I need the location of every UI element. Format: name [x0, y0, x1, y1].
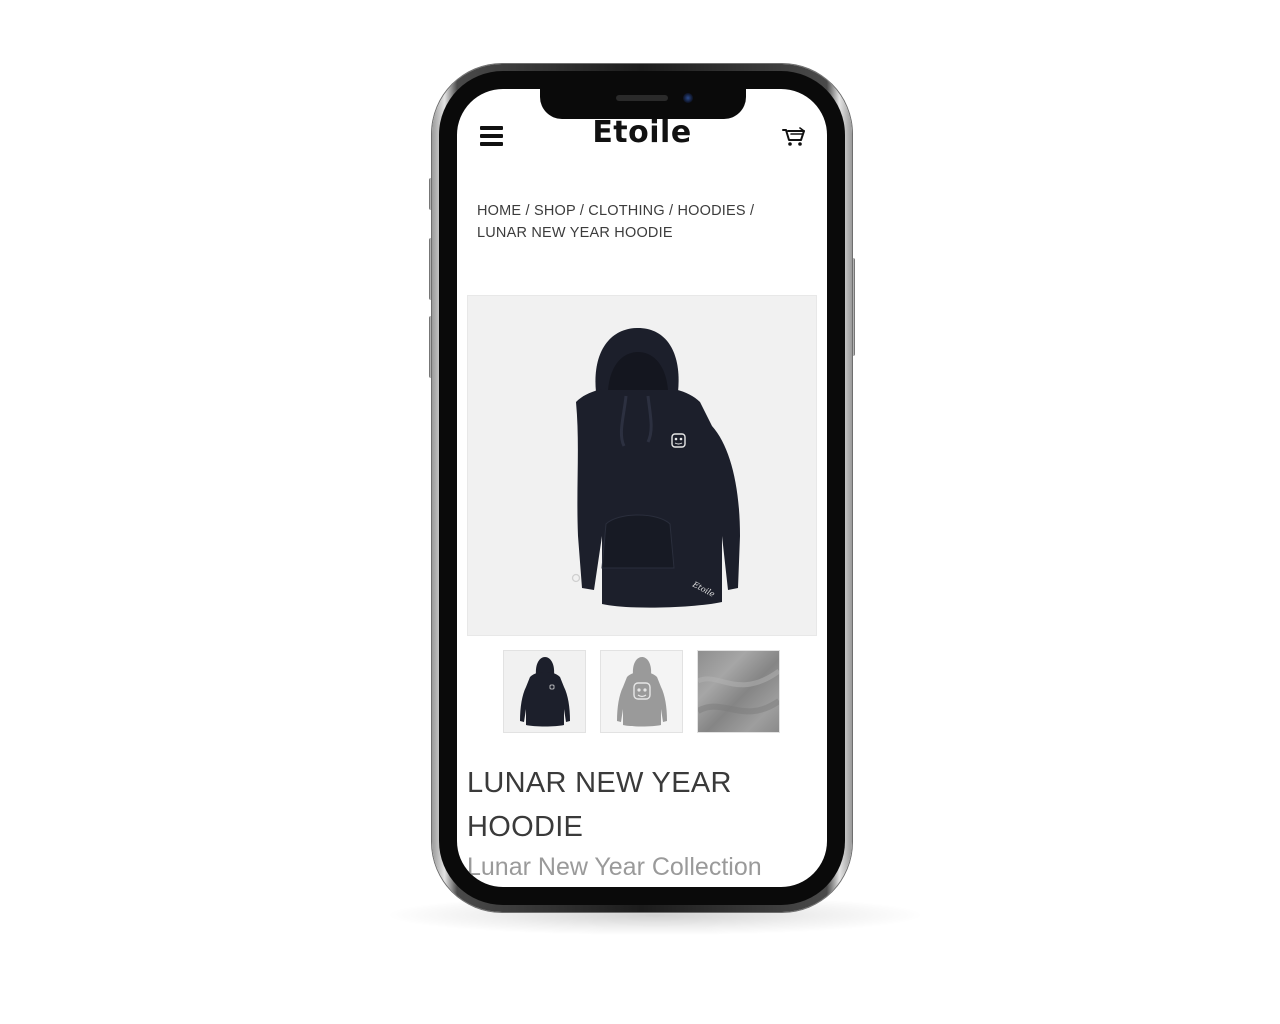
- mockup-stage: Etoile HOME / SHOP / CLOTHING / HOODIES …: [0, 0, 1280, 1024]
- phone-screen: Etoile HOME / SHOP / CLOTHING / HOODIES …: [457, 89, 827, 887]
- fabric-texture-icon: [698, 668, 779, 715]
- thumbnail-back[interactable]: [600, 650, 683, 733]
- earpiece-speaker: [616, 95, 668, 101]
- breadcrumb[interactable]: HOME / SHOP / CLOTHING / HOODIES / LUNAR…: [477, 200, 807, 244]
- hoodie-thumbnail-icon: [520, 657, 570, 727]
- thumbnail-fabric[interactable]: [697, 650, 780, 733]
- shopping-cart-icon[interactable]: [782, 127, 806, 147]
- front-camera: [683, 93, 693, 103]
- phone-notch: [540, 89, 746, 119]
- hoodie-illustration: Etoile: [571, 328, 740, 608]
- grey-hoodie-thumbnail-icon: [617, 657, 667, 727]
- product-main-image[interactable]: Etoile: [467, 295, 817, 636]
- thumbnail-front[interactable]: [503, 650, 586, 733]
- brand-logo[interactable]: Etoile: [457, 115, 827, 150]
- product-collection[interactable]: Lunar New Year Collection: [467, 852, 807, 882]
- product-title: LUNAR NEW YEAR HOODIE: [467, 767, 732, 843]
